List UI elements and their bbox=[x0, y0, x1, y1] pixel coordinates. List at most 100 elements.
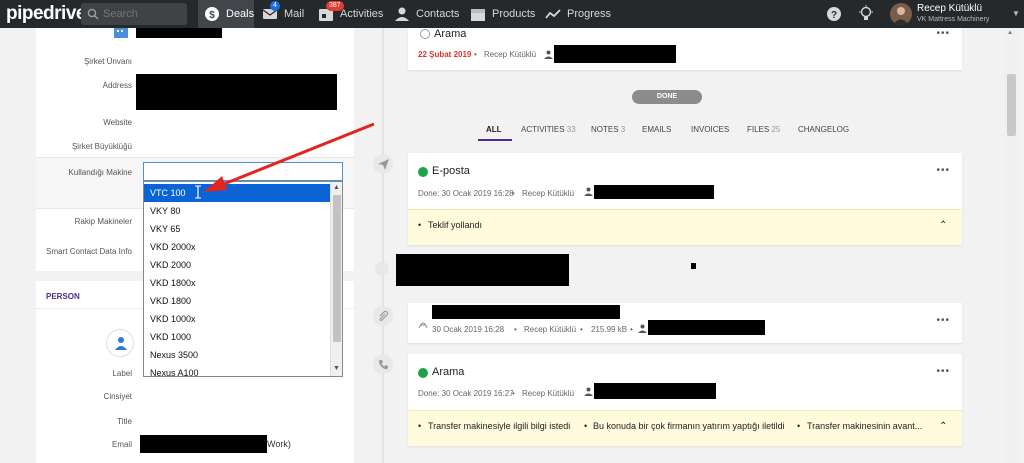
activity-checkbox[interactable] bbox=[420, 29, 430, 39]
tab-activities[interactable]: ACTIVITIES 33 bbox=[521, 125, 576, 134]
nav-activities-label: Activities bbox=[340, 8, 384, 20]
tab-changelog[interactable]: CHANGELOG bbox=[798, 125, 849, 134]
person-icon bbox=[584, 387, 593, 396]
user-company: VK Mattress Machinery bbox=[917, 16, 990, 23]
note-bullet: • bbox=[797, 421, 801, 431]
person-icon bbox=[584, 187, 593, 196]
more-options-icon[interactable]: ••• bbox=[936, 28, 950, 39]
field-label-website: Website bbox=[103, 118, 132, 127]
person-label-title: Title bbox=[117, 417, 132, 426]
tab-notes[interactable]: NOTES 3 bbox=[591, 125, 625, 134]
separator-dot: • bbox=[512, 189, 515, 198]
redacted-contact bbox=[594, 383, 716, 399]
dropdown-option[interactable]: VKY 65 bbox=[144, 220, 331, 238]
dropdown-option[interactable]: VKY 80 bbox=[144, 202, 331, 220]
timeline-dot bbox=[375, 262, 389, 276]
paperclip-icon bbox=[373, 306, 393, 326]
phone-icon bbox=[373, 354, 393, 374]
more-options-icon[interactable]: ••• bbox=[936, 315, 950, 326]
expand-icon[interactable]: ⌃ bbox=[939, 220, 947, 231]
note-bullet: • bbox=[584, 421, 588, 431]
help-icon[interactable]: ? bbox=[826, 6, 842, 22]
dropdown-option[interactable]: VKD 1000 bbox=[144, 328, 331, 346]
tab-invoices[interactable]: INVOICES bbox=[691, 125, 729, 134]
file-date: 30 Ocak 2019 16:28 bbox=[432, 325, 505, 334]
search-box[interactable] bbox=[81, 3, 187, 25]
activity-title[interactable]: Arama bbox=[434, 28, 466, 40]
tab-files[interactable]: FILES 25 bbox=[747, 125, 780, 134]
person-icon bbox=[115, 337, 127, 350]
machine-dropdown-list[interactable]: VTC 100 VKY 80 VKY 65 VKD 2000x VKD 2000… bbox=[143, 181, 343, 377]
page-scrollbar[interactable]: ▲ bbox=[1004, 28, 1018, 463]
chevron-up-icon[interactable]: ▲ bbox=[1007, 30, 1013, 36]
more-options-icon[interactable]: ••• bbox=[936, 165, 950, 176]
calendar-icon: 387 bbox=[318, 1, 344, 22]
activity-done-date: Done: 30 Ocak 2019 16:28 bbox=[418, 189, 514, 198]
dropdown-option[interactable]: VKD 2000x bbox=[144, 238, 331, 256]
dropdown-option[interactable]: VKD 1800 bbox=[144, 292, 331, 310]
field-label-smart-contact-data-info: Smart Contact Data Info bbox=[46, 247, 132, 256]
activity-done-date: Done: 30 Ocak 2019 16:27 bbox=[418, 389, 514, 398]
activity-title[interactable]: E-posta bbox=[432, 165, 470, 177]
chevron-down-icon[interactable]: ▼ bbox=[333, 365, 340, 372]
top-navigation-bar: pipedrive $ Deals 4 Mail 387 Activities … bbox=[0, 0, 1024, 28]
activity-card-arama-planned[interactable]: Arama 22 Şubat 2019 • Recep Kütüklü ••• bbox=[408, 28, 962, 70]
separator-dot: • bbox=[514, 325, 517, 334]
activity-owner: Recep Kütüklü bbox=[522, 389, 575, 398]
dropdown-option[interactable]: Nexus A100 bbox=[144, 364, 331, 376]
nav-progress[interactable]: Progress bbox=[545, 0, 611, 28]
nav-progress-label: Progress bbox=[567, 8, 612, 20]
mail-icon: 4 bbox=[262, 1, 280, 22]
note-text: Bu konuda bir çok firmanın yatırım yaptı… bbox=[593, 421, 785, 431]
dropdown-scrollbar[interactable]: ▲ ▼ bbox=[330, 182, 342, 376]
dropdown-scroll-thumb[interactable] bbox=[333, 195, 341, 342]
redacted-filename bbox=[432, 305, 620, 319]
nav-deals-label: Deals bbox=[226, 8, 255, 20]
activity-title[interactable]: Arama bbox=[432, 366, 464, 378]
expand-icon[interactable]: ⌃ bbox=[939, 421, 947, 432]
page-scroll-thumb[interactable] bbox=[1007, 74, 1016, 136]
dropdown-option[interactable]: Nexus 3500 bbox=[144, 346, 331, 364]
person-label-email: Email bbox=[111, 440, 132, 449]
note-bullet: • bbox=[418, 220, 422, 230]
tab-all[interactable]: ALL bbox=[486, 125, 502, 134]
tab-emails[interactable]: EMAILS bbox=[642, 125, 671, 134]
person-icon bbox=[394, 6, 410, 22]
redacted-address bbox=[136, 74, 337, 110]
dropdown-option[interactable]: VKD 1000x bbox=[144, 310, 331, 328]
activity-card-eposta[interactable]: E-posta Done: 30 Ocak 2019 16:28 • Recep… bbox=[408, 153, 962, 245]
separator-dot: • bbox=[630, 325, 633, 334]
activity-owner: Recep Kütüklü bbox=[484, 50, 537, 59]
avatar bbox=[890, 3, 912, 25]
lightbulb-icon[interactable] bbox=[858, 5, 874, 23]
separator-dot: • bbox=[474, 50, 477, 59]
timeline-line bbox=[382, 28, 384, 463]
user-menu[interactable]: Recep Kütüklü VK Mattress Machinery ▼ bbox=[890, 2, 1024, 26]
file-card[interactable]: 30 Ocak 2019 16:28 • Recep Kütüklü • 215… bbox=[408, 303, 962, 343]
dollar-icon: $ bbox=[204, 6, 220, 22]
more-options-icon[interactable]: ••• bbox=[936, 366, 950, 377]
redacted-value bbox=[136, 28, 222, 38]
activity-note: • Teklif yollandı ⌃ bbox=[408, 209, 962, 245]
nav-activities[interactable]: 387 Activities bbox=[318, 0, 383, 28]
check-icon[interactable] bbox=[418, 368, 428, 378]
person-section-title: PERSON bbox=[46, 292, 80, 301]
nav-mail[interactable]: 4 Mail bbox=[262, 0, 304, 28]
redacted-contact bbox=[554, 45, 676, 63]
file-size: 215.99 kB bbox=[591, 325, 628, 334]
dropdown-option[interactable]: VKD 1800x bbox=[144, 274, 331, 292]
dropdown-option[interactable]: VKD 2000 bbox=[144, 256, 331, 274]
redacted-email bbox=[140, 435, 267, 453]
note-text: Teklif yollandı bbox=[428, 220, 483, 230]
nav-deals[interactable]: $ Deals bbox=[198, 0, 254, 28]
pipedrive-logo[interactable]: pipedrive bbox=[6, 3, 86, 25]
activity-note: • Transfer makinesiyle ilgili bilgi iste… bbox=[408, 410, 962, 446]
search-input[interactable] bbox=[103, 6, 183, 22]
annotation-arrow-icon bbox=[204, 122, 375, 192]
activity-card-arama-done[interactable]: Arama Done: 30 Ocak 2019 16:27 • Recep K… bbox=[408, 354, 962, 446]
email-type: Work) bbox=[267, 439, 291, 449]
nav-products[interactable]: Products bbox=[470, 0, 535, 28]
check-icon[interactable] bbox=[418, 167, 428, 177]
activities-badge: 387 bbox=[326, 1, 344, 11]
nav-contacts[interactable]: Contacts bbox=[394, 0, 459, 28]
